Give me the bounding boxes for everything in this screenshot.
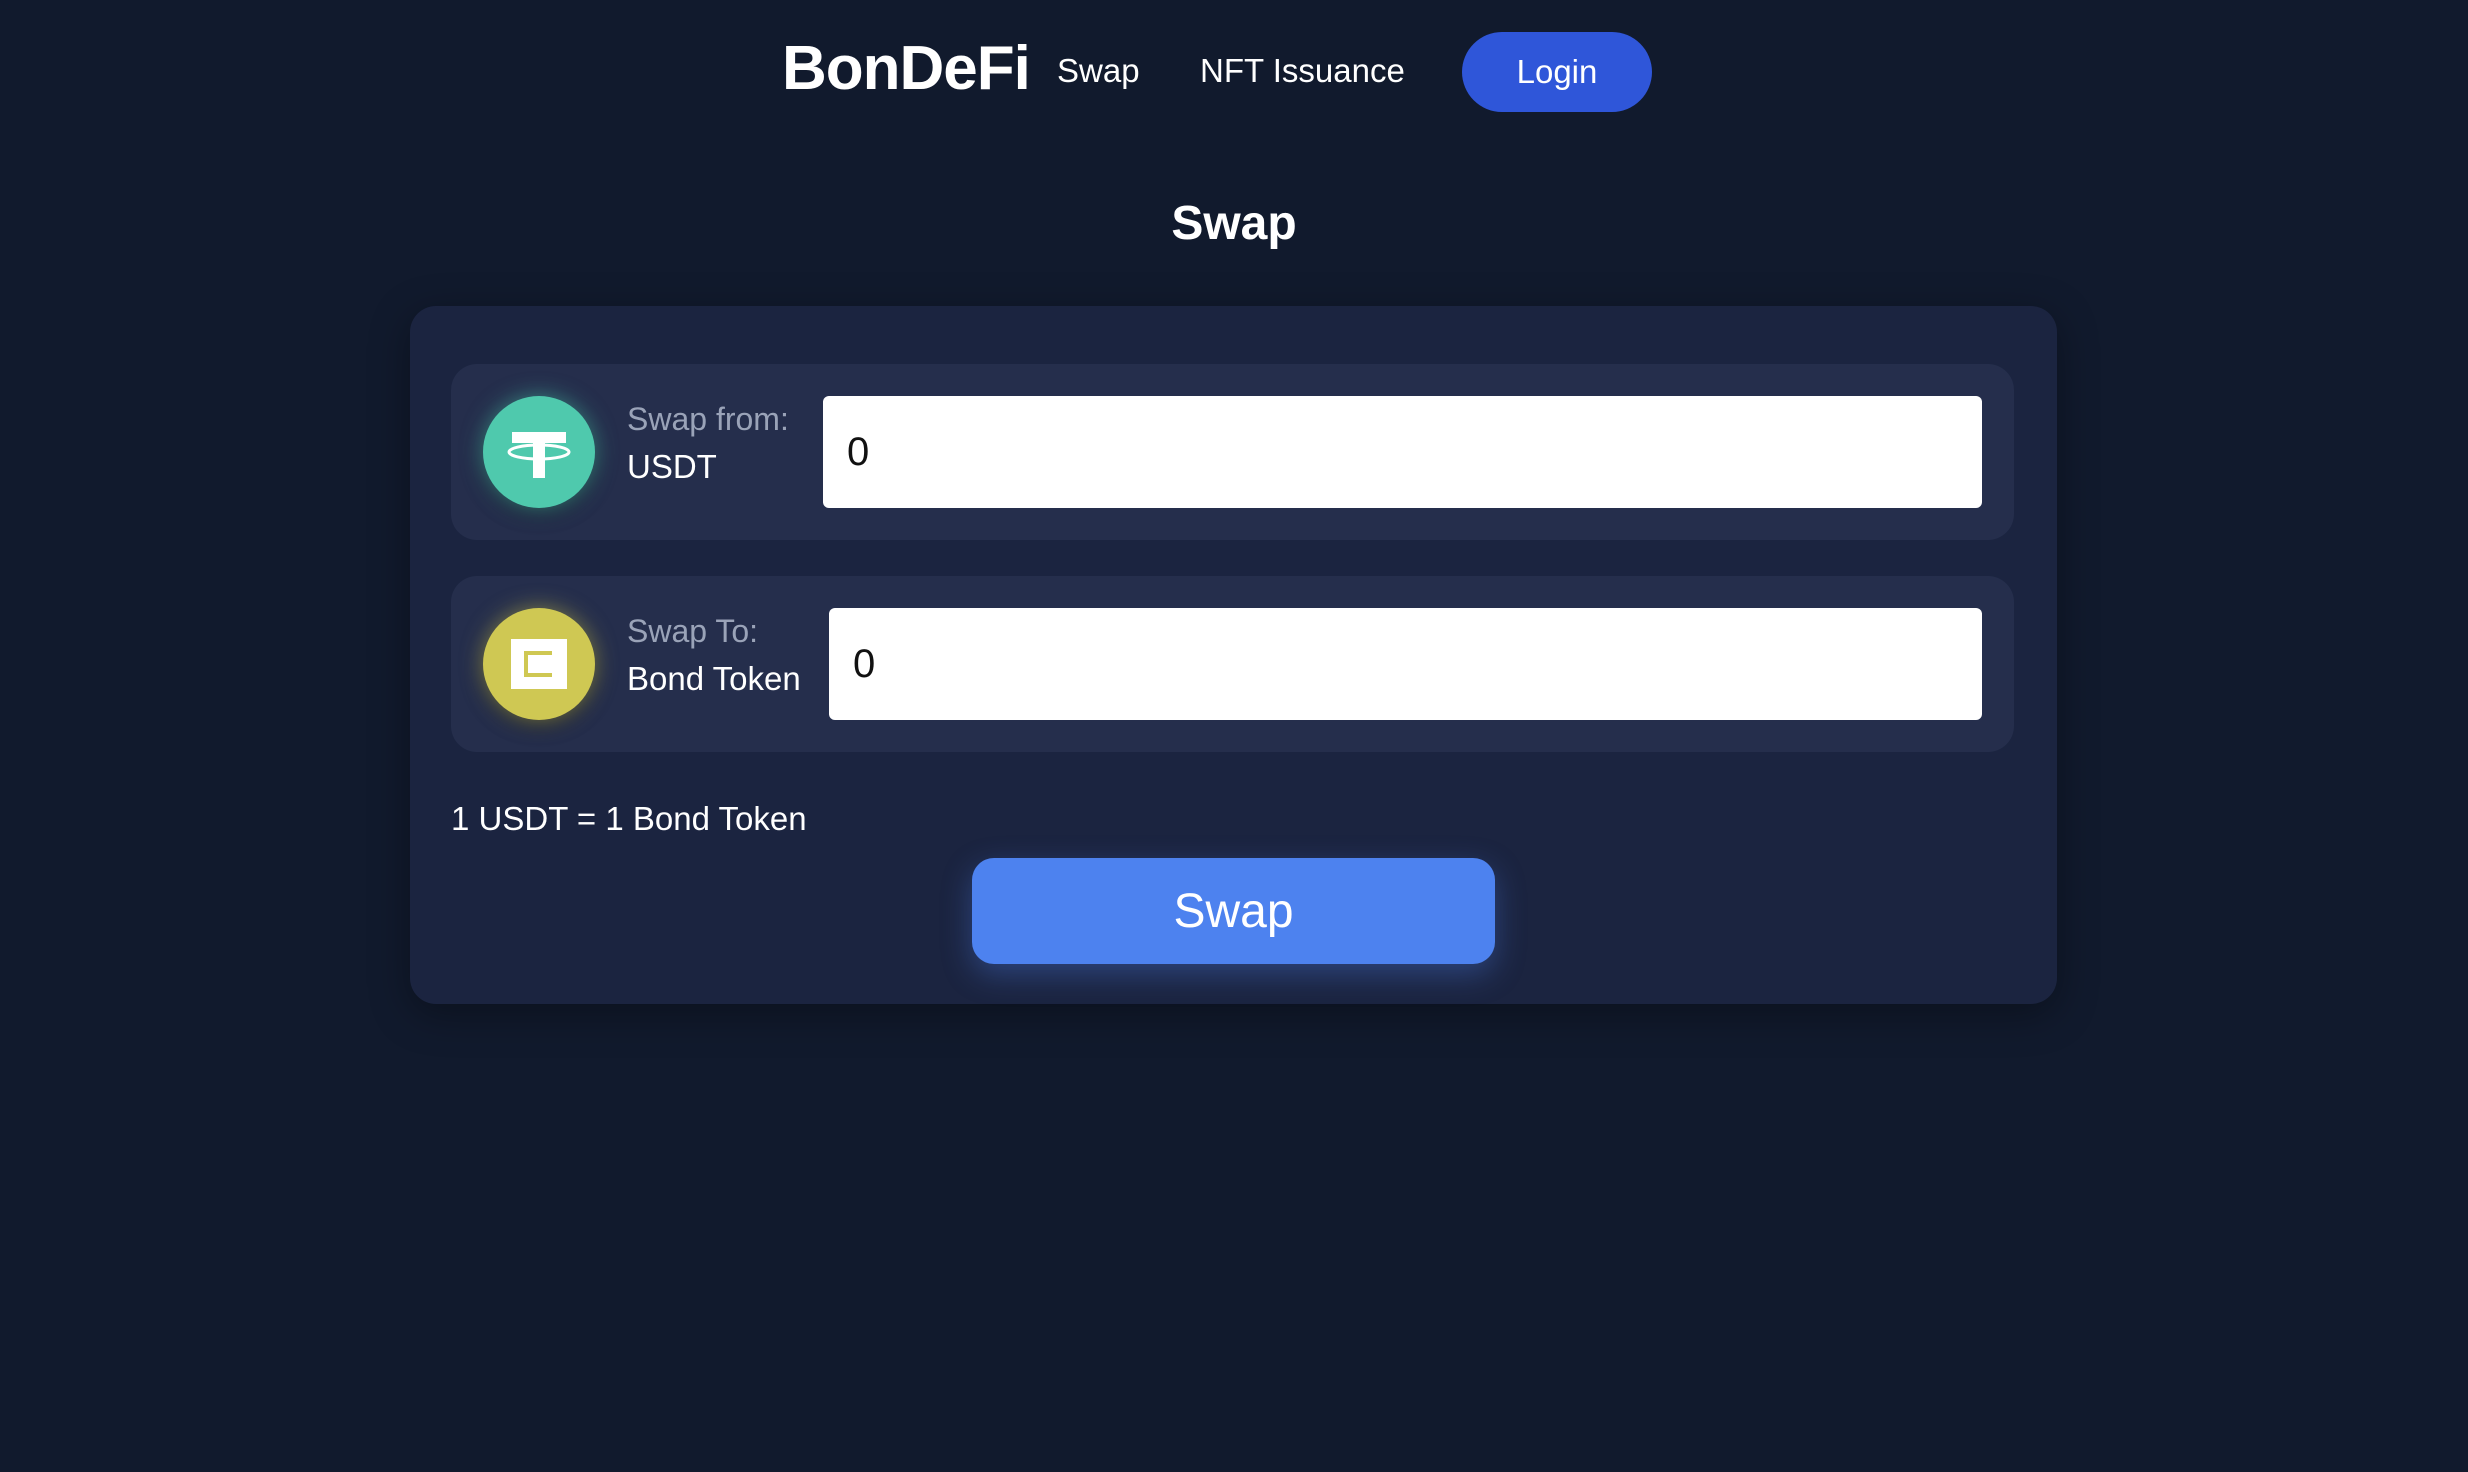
swap-to-label: Swap To: Bond Token [627,610,801,706]
swap-to-token: Bond Token [627,660,801,697]
swap-button[interactable]: Swap [972,858,1495,964]
bond-token-icon [483,608,595,720]
swap-to-row: Swap To: Bond Token [451,576,2014,752]
page-title: Swap [1171,197,1297,250]
swap-from-row: Swap from: USDT [451,364,2014,540]
swap-card: Swap from: USDT Swap To: Bond Token 1 US… [410,306,2057,1004]
swap-from-label: Swap from: USDT [627,398,789,494]
swap-from-token: USDT [627,448,717,485]
navbar: BonDeFi Swap NFT Issuance Login [0,0,2468,146]
swap-from-input[interactable] [823,396,1982,508]
swap-to-input[interactable] [829,608,1982,720]
swap-to-caption: Swap To: [627,613,759,649]
swap-from-caption: Swap from: [627,401,789,437]
nav-link-nft-issuance[interactable]: NFT Issuance [1200,52,1405,90]
login-button[interactable]: Login [1462,32,1652,112]
exchange-rate: 1 USDT = 1 Bond Token [451,800,807,837]
brand-logo[interactable]: BonDeFi [782,33,1031,104]
nav-link-swap[interactable]: Swap [1057,52,1140,90]
tether-icon [483,396,595,508]
